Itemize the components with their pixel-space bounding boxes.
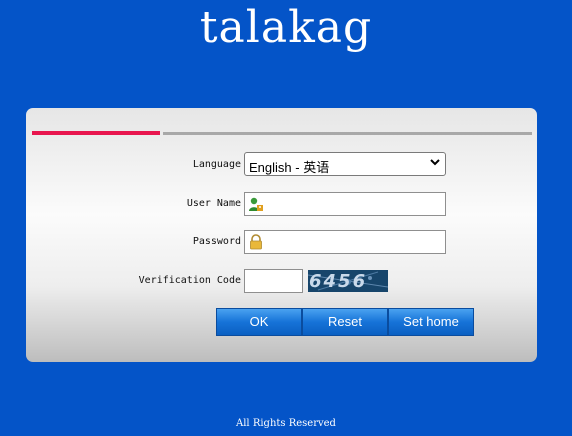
footer-text: All Rights Reserved xyxy=(236,418,336,429)
verification-code-field[interactable] xyxy=(244,269,303,293)
user-icon xyxy=(249,197,263,211)
reset-button[interactable]: Reset xyxy=(302,308,388,336)
lock-icon xyxy=(250,234,262,250)
brand-title: talakag xyxy=(199,2,373,53)
username-field[interactable] xyxy=(244,192,446,216)
username-label: User Name xyxy=(186,198,241,209)
captcha-image[interactable]: 6456 xyxy=(308,270,388,292)
password-field[interactable] xyxy=(244,230,446,254)
ok-button[interactable]: OK xyxy=(216,308,302,336)
language-label: Language xyxy=(192,159,241,170)
set-home-button[interactable]: Set home xyxy=(388,308,474,336)
verification-label: Verification Code xyxy=(138,275,241,286)
chevron-down-icon xyxy=(430,159,440,166)
language-select-value: English - 英语 xyxy=(249,160,330,175)
password-label: Password xyxy=(192,236,241,247)
accent-bar xyxy=(32,131,160,135)
language-select[interactable]: English - 英语 xyxy=(244,152,446,176)
divider-bar xyxy=(163,132,532,135)
captcha-text: 6456 xyxy=(309,271,368,292)
login-panel: Language English - 英语 User Name Password… xyxy=(26,108,537,362)
